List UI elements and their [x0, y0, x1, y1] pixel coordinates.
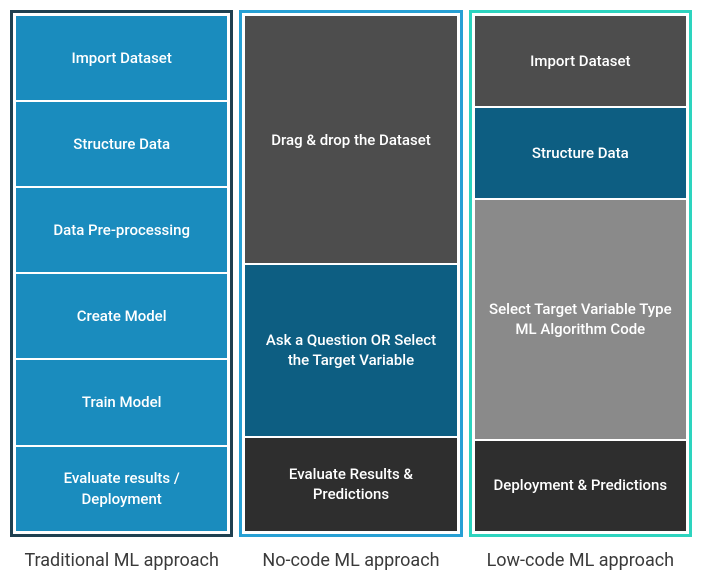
- column-traditional-boxes: Import Dataset Structure Data Data Pre-p…: [10, 10, 233, 537]
- box-drag-drop-dataset: Drag & drop the Dataset: [245, 16, 456, 263]
- box-data-preprocessing: Data Pre-processing: [16, 188, 227, 272]
- box-structure-data: Structure Data: [16, 102, 227, 186]
- ml-approach-diagram: Import Dataset Structure Data Data Pre-p…: [10, 10, 692, 576]
- box-select-target-algorithm: Select Target Variable Type ML Algorithm…: [475, 200, 686, 438]
- label-nocode-ml: No-code ML approach: [239, 537, 462, 576]
- column-nocode-ml: Drag & drop the Dataset Ask a Question O…: [239, 10, 462, 576]
- box-lowcode-import-dataset: Import Dataset: [475, 16, 686, 106]
- box-evaluate-predictions: Evaluate Results & Predictions: [245, 438, 456, 531]
- box-deployment-predictions: Deployment & Predictions: [475, 441, 686, 531]
- box-ask-question-select-target: Ask a Question OR Select the Target Vari…: [245, 265, 456, 435]
- column-traditional-ml: Import Dataset Structure Data Data Pre-p…: [10, 10, 233, 576]
- box-lowcode-structure-data: Structure Data: [475, 108, 686, 198]
- box-train-model: Train Model: [16, 360, 227, 444]
- label-traditional-ml: Traditional ML approach: [10, 537, 233, 576]
- box-create-model: Create Model: [16, 274, 227, 358]
- label-lowcode-ml: Low-code ML approach: [469, 537, 692, 576]
- column-lowcode-boxes: Import Dataset Structure Data Select Tar…: [469, 10, 692, 537]
- box-evaluate-deploy: Evaluate results / Deployment: [16, 447, 227, 531]
- box-import-dataset: Import Dataset: [16, 16, 227, 100]
- column-lowcode-ml: Import Dataset Structure Data Select Tar…: [469, 10, 692, 576]
- column-nocode-boxes: Drag & drop the Dataset Ask a Question O…: [239, 10, 462, 537]
